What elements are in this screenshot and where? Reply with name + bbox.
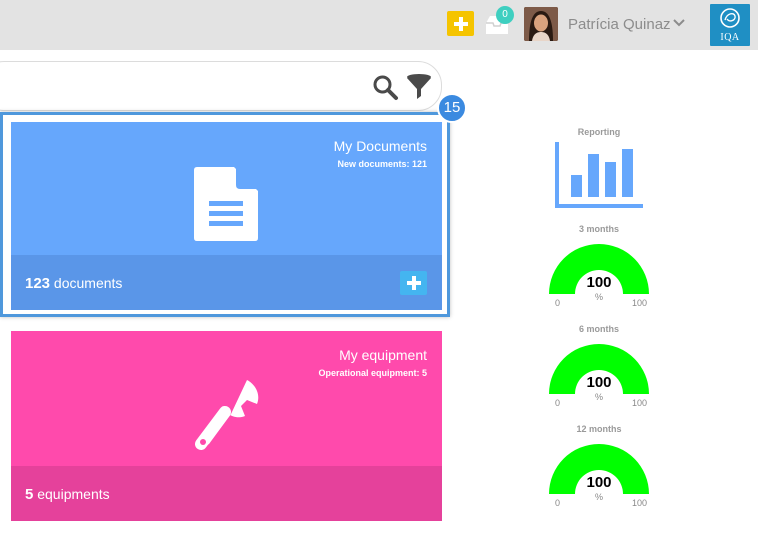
reporting-label: Reporting — [577, 127, 621, 137]
quick-add-button[interactable] — [447, 11, 474, 36]
gauge-value: 100 — [586, 474, 612, 491]
card-subtitle: Operational equipment: 5 — [318, 368, 427, 378]
gauge-value: 100 — [586, 274, 612, 291]
gauge-12-months: 100 % 0 100 — [547, 442, 651, 514]
gauge-min: 0 — [555, 498, 561, 508]
card-subtitle: New documents: 121 — [337, 159, 427, 169]
bar-chart-icon[interactable] — [555, 142, 643, 210]
gauge-12-months-label: 12 months — [576, 424, 622, 434]
avatar-photo — [524, 7, 558, 41]
gauge-6-months: 100 % 0 100 — [547, 342, 651, 414]
chevron-down-icon[interactable] — [673, 18, 685, 28]
user-name[interactable]: Patrícia Quinaz — [568, 16, 671, 33]
filter-icon[interactable] — [405, 73, 433, 101]
documents-count-label: documents — [53, 275, 123, 291]
gauge-3-months: 100 % 0 100 — [547, 242, 651, 314]
company-logo[interactable]: IQA — [710, 4, 750, 46]
plus-icon — [406, 276, 421, 290]
equipment-count-label: equipments — [37, 486, 110, 502]
my-documents-card[interactable]: My Documents New documents: 121 123 docu… — [11, 122, 442, 310]
equipment-count: 5 equipments — [25, 486, 110, 503]
wrench-icon — [195, 380, 259, 450]
search-icon[interactable] — [372, 74, 399, 101]
card-footer: 5 equipments — [11, 466, 442, 521]
gauge-3-months-label: 3 months — [578, 224, 619, 234]
documents-count-number: 123 — [25, 275, 51, 292]
gauge-max: 100 — [632, 398, 648, 408]
user-avatar[interactable] — [524, 7, 558, 41]
card-footer: 123 documents — [11, 255, 442, 310]
gauge-max: 100 — [632, 498, 648, 508]
add-document-button[interactable] — [400, 271, 427, 295]
card-title: My Documents — [333, 138, 427, 154]
logo-text: IQA — [720, 32, 740, 43]
document-icon — [194, 167, 258, 241]
gauge-max: 100 — [632, 298, 648, 308]
gauge-value: 100 — [586, 374, 612, 391]
equipment-count-number: 5 — [25, 486, 34, 503]
card-title: My equipment — [339, 347, 427, 363]
logo-emblem-icon — [720, 8, 740, 28]
gauge-min: 0 — [555, 298, 561, 308]
result-count-badge: 15 — [437, 93, 467, 123]
my-equipment-card[interactable]: My equipment Operational equipment: 5 5 … — [11, 331, 442, 521]
documents-count: 123 documents — [25, 275, 122, 292]
plus-icon — [453, 16, 468, 31]
gauge-6-months-label: 6 months — [578, 324, 619, 334]
gauge-min: 0 — [555, 398, 561, 408]
notification-count-badge: 0 — [496, 6, 514, 24]
